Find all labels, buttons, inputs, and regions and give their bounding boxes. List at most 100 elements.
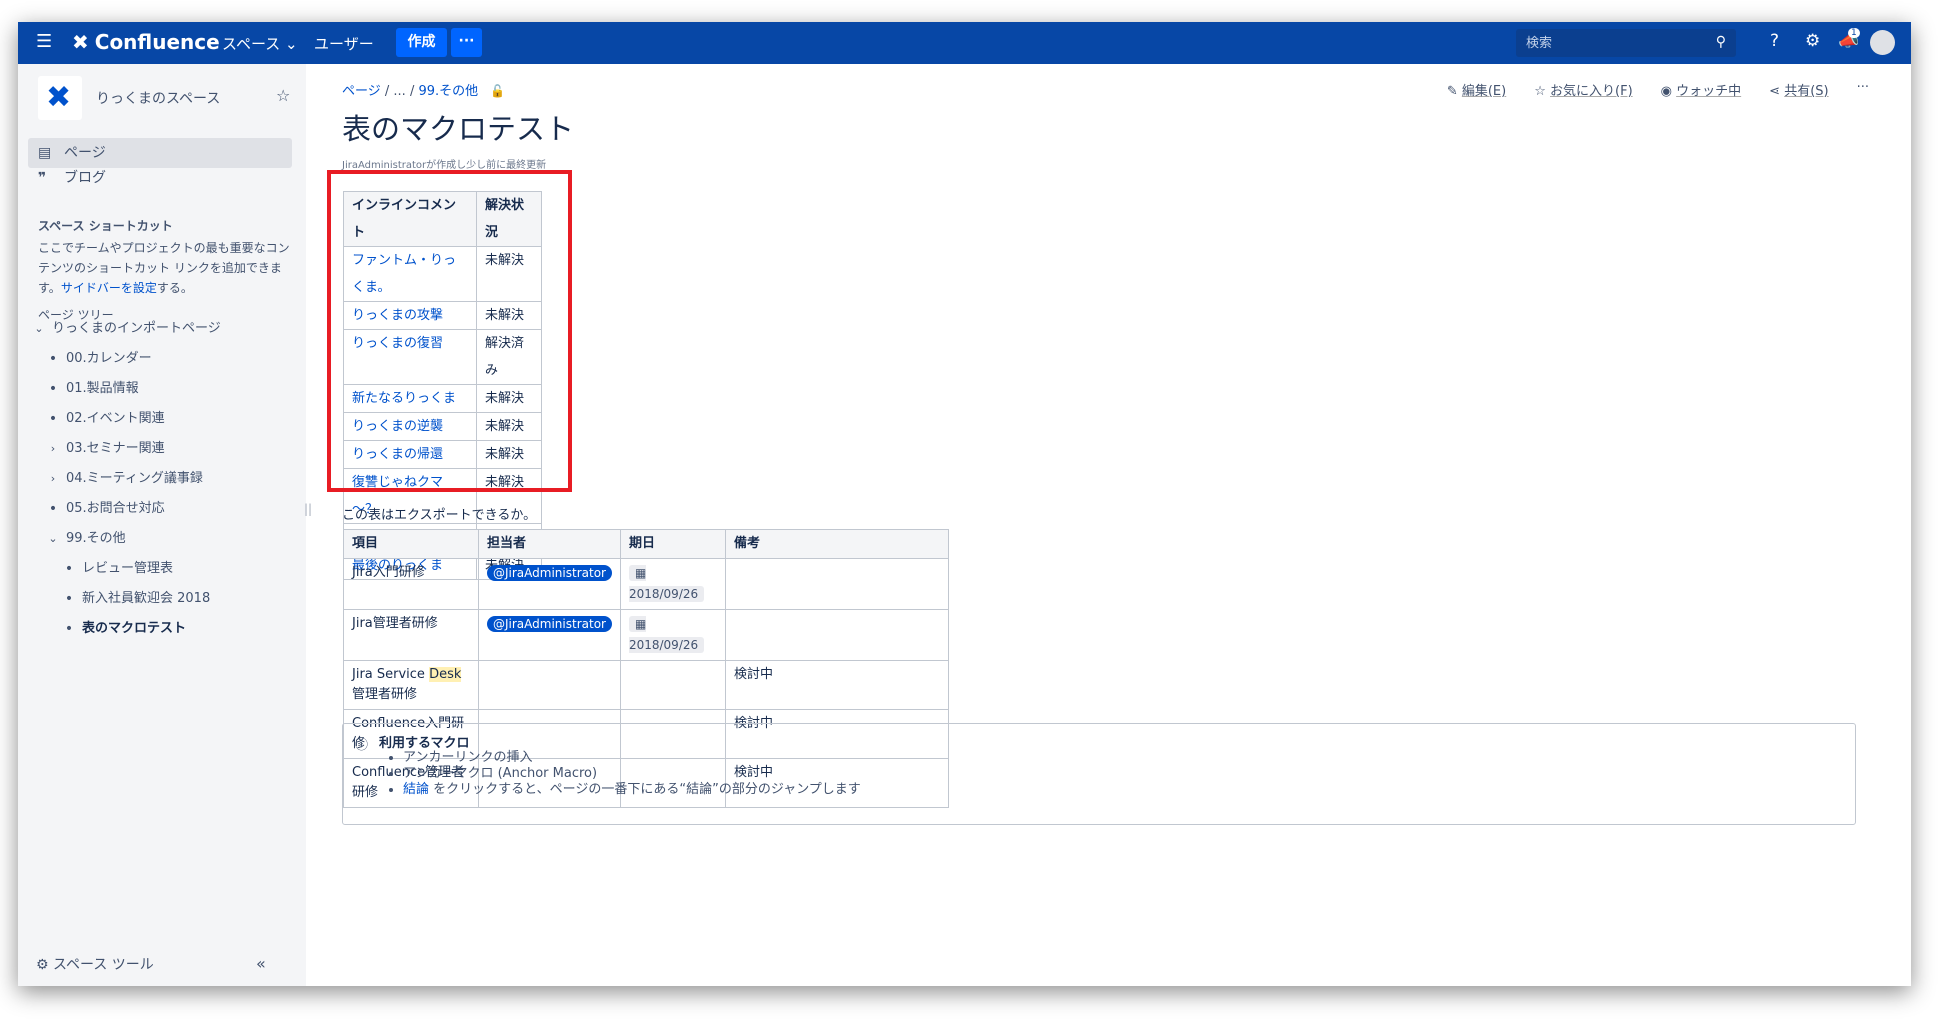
logo-text: Confluence: [94, 30, 220, 54]
table-row: Jira管理者研修 @JiraAdministrator ▦ 2018/09/2…: [343, 609, 949, 661]
list-item: アンカーリンクの挿入: [403, 750, 861, 766]
breadcrumb-root[interactable]: ページ: [342, 84, 381, 99]
sidebar-item-blog[interactable]: ❞ ブログ: [28, 163, 292, 193]
unlock-icon[interactable]: 🔓: [490, 84, 505, 98]
tree-item[interactable]: • 00.カレンダー: [32, 344, 302, 374]
owner-cell: [478, 660, 621, 710]
item-cell: Jira入門研修: [343, 558, 479, 610]
users-menu[interactable]: ユーザー: [314, 33, 374, 54]
help-icon[interactable]: ?: [1770, 31, 1779, 51]
space-logo[interactable]: ✖: [38, 76, 82, 120]
space-tools-button[interactable]: ⚙ スペース ツール: [36, 954, 154, 974]
info-icon: ⓘ: [355, 738, 369, 753]
quote-icon: ❞: [38, 170, 47, 186]
owner-cell: @JiraAdministrator: [478, 609, 621, 661]
note-cell: [724, 558, 949, 610]
share-button[interactable]: ⋖ 共有(S): [1769, 80, 1828, 99]
bullet-icon: •: [48, 411, 58, 427]
confluence-window: ☰ ✖ Confluence スペース ⌄ ユーザー 作成 ··· ⚲ ? ⚙ …: [18, 22, 1911, 986]
tree-item[interactable]: › 03.セミナー関連: [32, 434, 302, 464]
table-row: Jira Service Desk管理者研修 検討中: [343, 660, 949, 710]
eye-icon: ◉: [1660, 84, 1672, 99]
info-panel: ⓘ 利用するマクロ アンカーリンクの挿入 アンカーマクロ (Anchor Mac…: [342, 723, 1856, 825]
shortcuts-heading: スペース ショートカット: [38, 219, 173, 233]
notification-badge: 1: [1848, 28, 1860, 38]
chevron-right-icon[interactable]: ›: [46, 434, 60, 464]
date-cell: ▦ 2018/09/26: [619, 558, 726, 610]
collapse-sidebar-icon[interactable]: «: [256, 954, 266, 973]
bullet-icon: •: [48, 351, 58, 367]
bullet-icon: •: [48, 381, 58, 397]
edit-button[interactable]: ✎ 編集(E): [1447, 80, 1506, 99]
bullet-icon: •: [64, 621, 74, 637]
highlight-annotation-box: [327, 170, 572, 492]
confluence-logo-icon: ✖: [72, 30, 89, 54]
user-avatar[interactable]: [1870, 30, 1895, 55]
tree-item[interactable]: • 05.お問合せ対応: [32, 494, 302, 524]
tree-item[interactable]: • 02.イベント関連: [32, 404, 302, 434]
tree-item[interactable]: ⌄ りっくまのインポートページ: [32, 314, 302, 344]
user-mention[interactable]: @JiraAdministrator: [487, 565, 612, 581]
watch-button[interactable]: ◉ ウォッチ中: [1661, 80, 1742, 99]
gear-icon[interactable]: ⚙: [1805, 31, 1820, 51]
table-row: Jira入門研修 @JiraAdministrator ▦ 2018/09/26: [343, 558, 949, 610]
space-sidebar: ✖ りっくまのスペース ☆ ▤ ページ ❞ ブログ スペース ショートカット こ…: [18, 64, 306, 986]
note-cell: 検討中: [724, 660, 949, 710]
table-header: 期日: [619, 529, 726, 559]
bullet-icon: •: [64, 561, 74, 577]
date-cell: ▦ 2018/09/26: [619, 609, 726, 661]
list-item: アンカーマクロ (Anchor Macro): [403, 766, 861, 782]
item-cell: Jira管理者研修: [343, 609, 479, 661]
tree-item[interactable]: ⌄ 99.その他: [32, 524, 302, 554]
breadcrumb-ellipsis[interactable]: ...: [393, 84, 405, 99]
chevron-down-icon[interactable]: ⌄: [46, 524, 60, 554]
chevron-right-icon[interactable]: ›: [46, 464, 60, 494]
conclusion-anchor-link[interactable]: 結論: [403, 782, 429, 797]
more-actions-button[interactable]: ···: [1857, 80, 1869, 99]
star-icon[interactable]: ☆: [276, 86, 290, 105]
owner-cell: @JiraAdministrator: [478, 558, 621, 610]
user-mention[interactable]: @JiraAdministrator: [487, 616, 612, 632]
confluence-logo[interactable]: ✖ Confluence: [72, 30, 220, 54]
chevron-down-icon[interactable]: ⌄: [32, 314, 46, 344]
breadcrumb-parent[interactable]: 99.その他: [418, 84, 478, 99]
macro-list: アンカーリンクの挿入 アンカーマクロ (Anchor Macro) 結論 をクリ…: [383, 742, 861, 798]
table-header: 備考: [724, 529, 949, 559]
create-button[interactable]: 作成: [396, 28, 447, 57]
export-paragraph: この表はエクスポートできるか。: [342, 508, 537, 523]
favorite-button[interactable]: ☆ お気に入り(F): [1534, 80, 1632, 99]
create-more-button[interactable]: ···: [451, 28, 482, 57]
share-icon: ⋖: [1769, 84, 1781, 99]
bullet-icon: •: [48, 501, 58, 517]
spaces-menu[interactable]: スペース ⌄: [222, 33, 298, 54]
page-actions: ✎ 編集(E) ☆ お気に入り(F) ◉ ウォッチ中 ⋖ 共有(S) ···: [1447, 80, 1869, 99]
calendar-icon: ▦: [634, 617, 647, 631]
date-cell: [619, 660, 726, 710]
calendar-icon: ▦: [634, 566, 647, 580]
highlighted-word: Desk: [429, 667, 462, 682]
page-tree: ⌄ りっくまのインポートページ • 00.カレンダー • 01.製品情報 • 0…: [32, 314, 302, 644]
list-item: 結論 をクリックすると、ページの一番下にある“結論”の部分のジャンプします: [403, 782, 861, 798]
tree-item[interactable]: • レビュー管理表: [32, 554, 302, 584]
tree-item[interactable]: • 01.製品情報: [32, 374, 302, 404]
space-logo-icon: ✖: [46, 80, 72, 115]
date-lozenge[interactable]: ▦ 2018/09/26: [628, 616, 705, 653]
tree-item[interactable]: › 04.ミーティング議事録: [32, 464, 302, 494]
shortcuts-description: ここでチームやプロジェクトの最も重要なコンテンツのショートカット リンクを追加で…: [38, 241, 290, 295]
tree-item-current[interactable]: • 表のマクロテスト: [32, 614, 302, 644]
page-title: 表のマクロテスト: [342, 112, 575, 146]
date-lozenge[interactable]: ▦ 2018/09/26: [628, 565, 705, 602]
search-input[interactable]: [1516, 29, 1716, 57]
page-byline: JiraAdministratorが作成し少し前に最終更新: [342, 160, 547, 171]
note-cell: [724, 609, 949, 661]
gear-icon: ⚙: [36, 957, 49, 973]
table-header: 担当者: [478, 529, 621, 559]
tree-item[interactable]: • 新入社員歓迎会 2018: [32, 584, 302, 614]
page-content: ページ / ... / 99.その他 🔓 ✎ 編集(E) ☆ お気に入り(F) …: [306, 64, 1911, 986]
search-icon[interactable]: ⚲: [1716, 34, 1726, 50]
table-header: 項目: [343, 529, 479, 559]
configure-sidebar-link[interactable]: サイドバーを設定: [61, 281, 157, 295]
search-box[interactable]: ⚲: [1516, 29, 1736, 57]
menu-icon[interactable]: ☰: [36, 31, 52, 52]
space-name[interactable]: りっくまのスペース: [96, 88, 220, 108]
